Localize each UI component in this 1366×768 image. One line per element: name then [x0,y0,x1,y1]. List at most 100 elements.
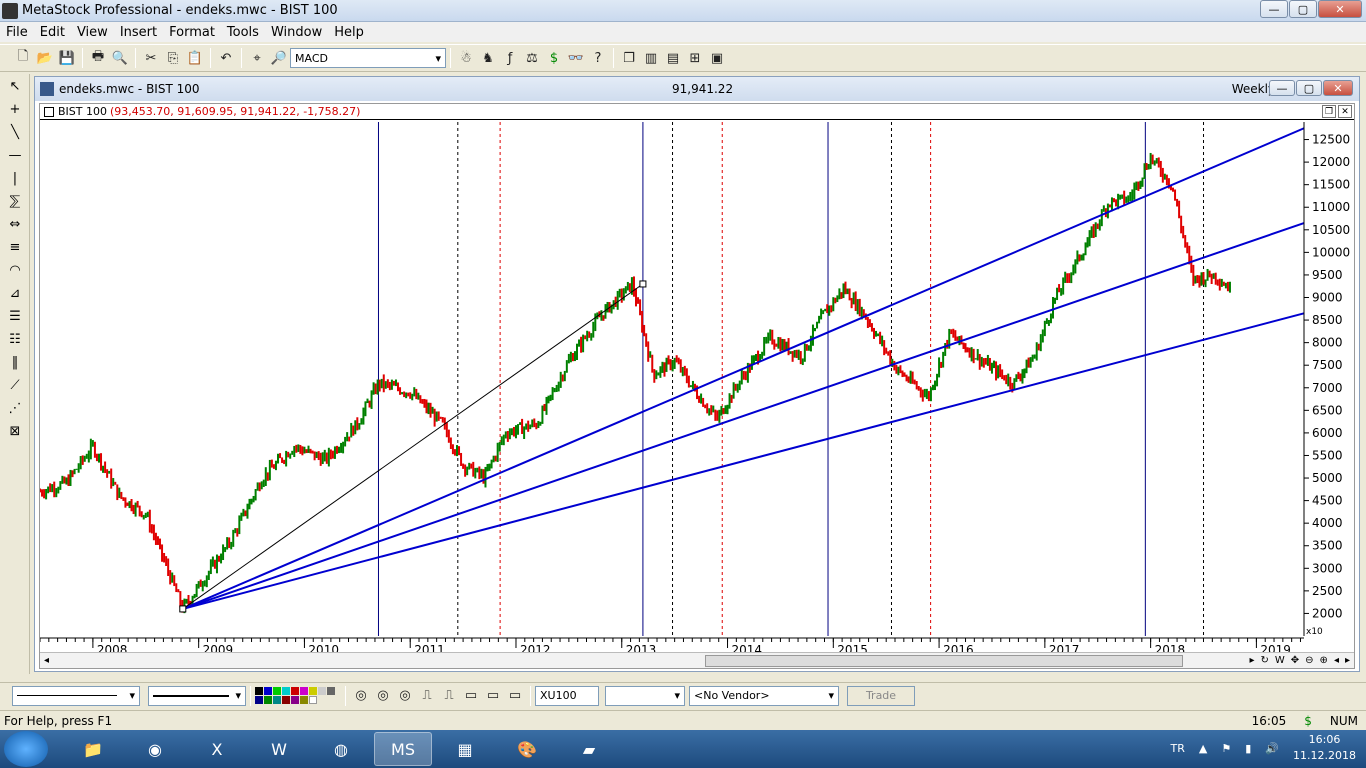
clock[interactable]: 16:06 11.12.2018 [1293,732,1356,764]
dollar-icon[interactable]: $ [543,47,565,69]
tile-grid-icon[interactable]: ⊞ [684,47,706,69]
crosshair-icon[interactable]: ⌖ [246,47,268,69]
retracement-icon[interactable]: ☷ [3,328,27,350]
menu-help[interactable]: Help [328,25,370,40]
menu-format[interactable]: Format [163,25,221,40]
restore-icon[interactable]: ❐ [1322,105,1336,118]
cycle-lines-icon[interactable]: ‖ [3,351,27,373]
paint-task-icon[interactable]: 🎨 [498,732,556,766]
trendline-icon[interactable]: ╲ [3,121,27,143]
start-button[interactable] [4,731,48,767]
chrome-task-icon[interactable]: ◉ [126,732,184,766]
menu-file[interactable]: File [0,25,34,40]
align-a-icon[interactable]: ⎍ [416,685,438,707]
speed-line-icon[interactable]: ⅀ [3,190,27,212]
metastock-task-icon[interactable]: MS [374,732,432,766]
paste-icon[interactable]: 📋 [184,47,206,69]
chart-close-button[interactable]: ✕ [1323,80,1353,96]
line-weight-combo[interactable]: ▾ [148,685,246,706]
cascade-icon[interactable]: ❐ [618,47,640,69]
system-tester-icon[interactable]: ⚖ [521,47,543,69]
save-icon[interactable]: 💾 [56,47,78,69]
channel-icon[interactable]: ≡ [3,236,27,258]
prev-icon[interactable]: ◂ [1334,655,1339,666]
gann-fan-icon[interactable]: ⋰ [3,397,27,419]
tile-horizontal-icon[interactable]: ▤ [662,47,684,69]
zoom-out-icon[interactable]: ⊖ [1305,655,1313,666]
style-c-icon[interactable]: ◎ [394,685,416,707]
explorer-icon[interactable]: ☃ [455,47,477,69]
tile-vertical-icon[interactable]: ▥ [640,47,662,69]
formula-icon[interactable]: ƒ [499,47,521,69]
scroll-left-icon[interactable]: ◂ [44,655,49,666]
excel-task-icon[interactable]: X [188,732,246,766]
next-icon[interactable]: ▸ [1345,655,1350,666]
zoom-in-icon[interactable]: ⊕ [1320,655,1328,666]
menu-window[interactable]: Window [265,25,328,40]
explorer-task-icon[interactable]: 📁 [64,732,122,766]
close-inner-icon[interactable]: ✕ [1338,105,1352,118]
undo-icon[interactable]: ↶ [215,47,237,69]
symbol-field[interactable]: XU100 [535,685,599,706]
chart-maximize-button[interactable]: ▢ [1296,80,1322,96]
minimize-button[interactable]: — [1260,0,1288,18]
tray-arrow-icon[interactable]: ▲ [1199,742,1207,755]
expert-icon[interactable]: ♞ [477,47,499,69]
print-icon[interactable]: 🖶 [87,47,109,69]
flag-icon[interactable]: ⚑ [1221,742,1231,755]
weekly-icon[interactable]: W [1275,655,1285,666]
arrows-icon[interactable]: ⇔ [3,213,27,235]
scroll-thumb[interactable] [705,654,1183,667]
refresh-icon[interactable]: ↻ [1260,655,1268,666]
pointer-icon[interactable]: ↖ [3,75,27,97]
chart-area[interactable]: BIST 100 (93,453.70, 91,609.95, 91,941.2… [39,103,1355,669]
print-preview-icon[interactable]: 🔍 [109,47,131,69]
horizontal-line-icon[interactable]: — [3,144,27,166]
style-b-icon[interactable]: ◎ [372,685,394,707]
menu-edit[interactable]: Edit [34,25,71,40]
binoculars-icon[interactable]: 👓 [565,47,587,69]
network-icon[interactable]: ▮ [1245,742,1251,755]
new-icon[interactable]: 🗋 [12,47,34,69]
window-a-icon[interactable]: ▭ [460,685,482,707]
close-button[interactable]: ✕ [1318,0,1362,18]
security-combo[interactable]: ▾ [605,685,685,706]
style-a-icon[interactable]: ◎ [350,685,372,707]
indicator-combo[interactable]: MACD ▾ [290,48,446,68]
chart-window-icon[interactable]: ▣ [706,47,728,69]
trade-button[interactable]: Trade [847,685,915,706]
cross-icon[interactable]: + [3,98,27,120]
line-style-combo[interactable]: ▾ [12,685,140,706]
help-icon[interactable]: ? [587,47,609,69]
volume-icon[interactable]: 🔊 [1265,742,1279,755]
window-c-icon[interactable]: ▭ [504,685,526,707]
align-b-icon[interactable]: ⎍ [438,685,460,707]
grid-icon[interactable]: ⊠ [3,420,27,442]
move-icon[interactable]: ✥ [1291,655,1299,666]
arc-icon[interactable]: ◠ [3,259,27,281]
menu-view[interactable]: View [71,25,114,40]
gann-line-icon[interactable]: ⟋ [3,374,27,396]
price-chart[interactable]: 12500 12000 11500 11000 10500 10000 9500 9000 85… [40,122,1354,652]
fibonacci-icon[interactable]: ☰ [3,305,27,327]
vendor-combo[interactable]: <No Vendor> ▾ [689,685,839,706]
copy-icon[interactable]: ⎘ [162,47,184,69]
menu-tools[interactable]: Tools [221,25,265,40]
metastock-net-task-icon[interactable]: ◍ [312,732,370,766]
window-b-icon[interactable]: ▭ [482,685,504,707]
calculator-task-icon[interactable]: ▦ [436,732,494,766]
app-task-icon[interactable]: ▰ [560,732,618,766]
word-task-icon[interactable]: W [250,732,308,766]
language-indicator[interactable]: TR [1171,742,1185,755]
menu-insert[interactable]: Insert [114,25,163,40]
vertical-line-icon[interactable]: | [3,167,27,189]
scroll-right-icon[interactable]: ▸ [1249,655,1254,666]
color-palette[interactable] [255,687,341,704]
chart-minimize-button[interactable]: — [1269,80,1295,96]
fan-icon[interactable]: ⊿ [3,282,27,304]
maximize-button[interactable]: ▢ [1289,0,1317,18]
cut-icon[interactable]: ✂ [140,47,162,69]
zoom-icon[interactable]: 🔎 [268,47,290,69]
horizontal-scrollbar[interactable]: ◂ ▸ ↻ W ✥ ⊖ ⊕ ◂ ▸ [40,652,1354,668]
open-icon[interactable]: 📂 [34,47,56,69]
